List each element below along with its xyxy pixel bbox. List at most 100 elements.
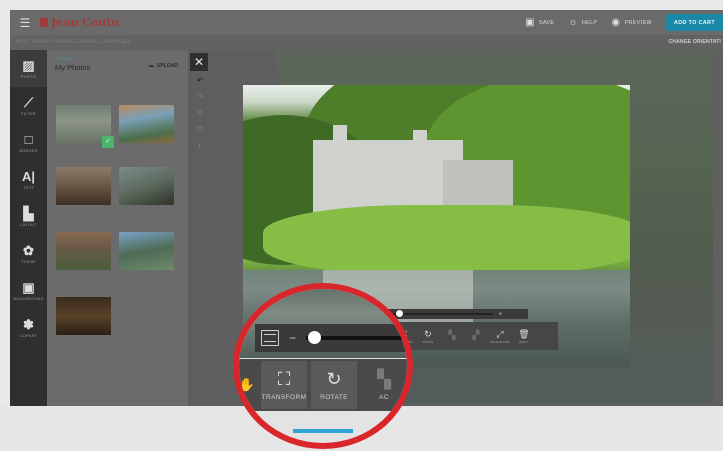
rotate-tool[interactable]: ↻ ROTATE	[417, 329, 439, 344]
panel-title: My Photos	[55, 63, 91, 72]
rail-item-text[interactable]: A| TEXT	[10, 161, 47, 198]
photo-thumbnail[interactable]	[119, 167, 174, 205]
logo-mark-icon	[40, 18, 48, 27]
layer-tool[interactable]: ▚ AC	[361, 361, 407, 409]
layout-icon: ▙	[23, 205, 34, 221]
tool-rail: ▨ PHOTO ⟋ FILTER □ BORDER A| TEXT ▙ LAYO…	[10, 50, 47, 416]
close-panel-button[interactable]: ✕	[190, 53, 208, 71]
rail-label: THEME	[21, 259, 36, 264]
transform-tool[interactable]: ⛶ TRANSFORM	[261, 361, 307, 409]
change-orientation-link[interactable]: CHANGE ORIENTATI	[669, 39, 721, 45]
photo-toolbar: ⛶ TRANSFORM ↻ ROTATE ▚ ▞ ⤢ BACKGROUND 🗑 …	[390, 322, 558, 350]
slider-knob[interactable]	[308, 331, 322, 344]
send-back-tool[interactable]: ▞	[465, 330, 487, 342]
layer-icon[interactable]: ◐	[198, 141, 203, 150]
rail-label: BORDER	[19, 148, 38, 153]
clipart-icon: ✽	[23, 316, 34, 332]
undo-icon[interactable]: ↶	[197, 76, 204, 85]
rotate-icon: ↻	[424, 328, 432, 339]
redo-icon[interactable]: ↷	[197, 92, 204, 101]
brand-logo[interactable]: Jean Coutu	[40, 16, 119, 29]
castle-tower	[333, 125, 347, 155]
text-icon: A|	[21, 168, 36, 184]
bring-forward-tool[interactable]: ▚	[441, 330, 463, 342]
hamburger-menu-icon[interactable]: ☰	[10, 16, 40, 30]
rail-item-theme[interactable]: ✿ THEME	[10, 235, 47, 272]
trash-icon: 🗑	[518, 328, 530, 339]
project-title: 8x10 Black Framed Canvas, Landscape	[16, 38, 132, 45]
frame-icon[interactable]	[261, 330, 279, 346]
empty-tool[interactable]: 🗑 EMPTY	[513, 329, 535, 344]
back-link[interactable]: < BACK	[55, 56, 71, 61]
top-actions: ▣ SAVE ☼ HELP ◉ PREVIEW ADD TO CART	[525, 10, 723, 35]
rail-item-border[interactable]: □ BORDER	[10, 124, 47, 161]
delete-icon[interactable]: ✕	[197, 108, 204, 117]
save-icon: ▣	[525, 17, 535, 28]
photo-thumbnail[interactable]	[56, 232, 111, 270]
photo-thumbnail[interactable]	[56, 297, 111, 335]
checkmark-icon: ✓	[102, 136, 114, 148]
rail-label: FILTER	[21, 111, 36, 116]
rail-label: BACKGROUND	[13, 296, 44, 301]
zoom-slider[interactable]	[393, 310, 494, 317]
minus-icon: −	[289, 331, 297, 345]
save-button[interactable]: ▣ SAVE	[525, 17, 554, 28]
magnified-zoom-slider[interactable]	[306, 331, 407, 344]
rotate-icon: ↻	[326, 368, 342, 389]
rail-item-background[interactable]: ▣ BACKGROUND	[10, 272, 47, 309]
tool-label: BACKGROUND	[490, 340, 510, 344]
eye-icon: ◉	[611, 17, 621, 28]
rail-item-clipart[interactable]: ✽ CLIPART	[10, 309, 47, 346]
layer-icon: ▚	[377, 368, 391, 389]
side-tools: ↶ ↷ ✕ ⧉ ◐	[193, 76, 207, 150]
square-icon: □	[24, 131, 33, 147]
rotate-label: ROTATE	[320, 393, 348, 401]
upload-button[interactable]: ▬ UPLOAD	[149, 63, 178, 69]
rotate-tool[interactable]: ↻ ROTATE	[311, 361, 357, 409]
save-label: SAVE	[538, 19, 555, 26]
tool-label: ROTATE	[422, 340, 434, 344]
rail-item-layout[interactable]: ▙ LAYOUT	[10, 198, 47, 235]
screenshot-frame: ☰ Jean Coutu ▣ SAVE ☼ HELP ◉ PREVIEW ADD	[0, 0, 723, 451]
wand-icon: ⟋	[23, 94, 34, 110]
magnified-slider-row: −	[255, 324, 407, 352]
castle-tower	[413, 130, 427, 155]
help-button[interactable]: ☼ HELP	[568, 17, 597, 28]
transform-icon: ⛶	[277, 368, 291, 389]
rail-label: TEXT	[23, 185, 34, 190]
lightbulb-icon: ☼	[568, 17, 578, 28]
transform-label: TRANSFORM	[261, 393, 307, 401]
magnified-toolbar: ✋ ⛶ TRANSFORM ↻ ROTATE ▚ AC	[238, 359, 407, 411]
add-to-cart-button[interactable]: ADD TO CART	[665, 14, 723, 31]
photo-thumbnail[interactable]	[119, 105, 174, 143]
rail-item-filter[interactable]: ⟋ FILTER	[10, 87, 47, 124]
preview-label: PREVIEW	[624, 19, 652, 26]
expand-icon: ⤢	[496, 328, 504, 339]
rail-item-photo[interactable]: ▨ PHOTO	[10, 50, 47, 87]
rail-label: LAYOUT	[20, 222, 37, 227]
brand-name: Jean Coutu	[51, 16, 120, 29]
palette-icon: ✿	[23, 242, 34, 258]
photo-thumbnail[interactable]	[56, 167, 111, 205]
preview-button[interactable]: ◉ PREVIEW	[611, 17, 652, 28]
background-tool[interactable]: ⤢ BACKGROUND	[489, 329, 511, 344]
layer-forward-icon: ▚	[448, 330, 456, 340]
plus-icon: +	[498, 310, 503, 318]
hand-icon: ✋	[238, 377, 256, 392]
folder-icon: ▬	[148, 63, 154, 69]
magnified-blue-bar	[293, 429, 353, 433]
zoom-magnifier: − ✋ ⛶ TRANSFORM ↻ ROTATE ▚ AC	[233, 283, 413, 449]
lawn-shape	[263, 205, 630, 275]
upload-label: UPLOAD	[156, 63, 178, 69]
tool-label: EMPTY	[519, 340, 529, 344]
partial-label: AC	[379, 393, 389, 401]
photo-panel: < BACK My Photos ▬ UPLOAD ✓	[47, 50, 188, 416]
photo-thumbnail[interactable]	[119, 232, 174, 270]
copy-icon[interactable]: ⧉	[197, 124, 203, 134]
help-label: HELP	[581, 19, 598, 26]
image-icon: ▨	[22, 57, 35, 73]
magnifier-content: − ✋ ⛶ TRANSFORM ↻ ROTATE ▚ AC	[238, 289, 407, 443]
rail-label: CLIPART	[19, 333, 38, 338]
hand-tool[interactable]: ✋	[238, 361, 257, 409]
background-icon: ▣	[22, 279, 35, 295]
